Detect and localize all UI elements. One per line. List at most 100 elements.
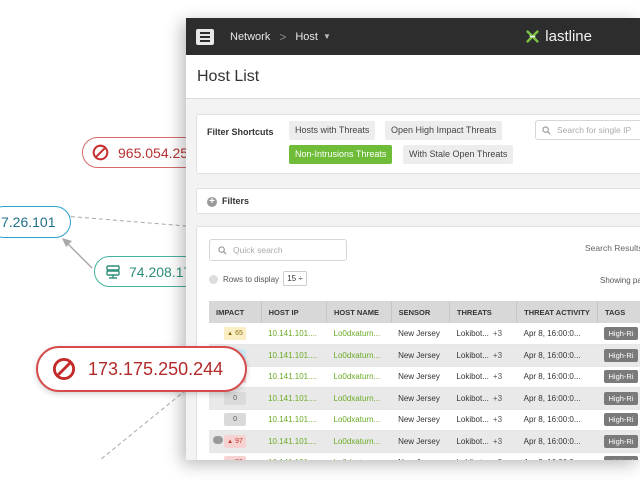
threat-extra-count[interactable]: +3 (493, 329, 502, 338)
tags-cell: High-Ri (597, 387, 640, 410)
rows-per-page-select[interactable]: 15 ÷ (283, 271, 307, 286)
sensor-cell: New Jersey (391, 366, 450, 388)
expand-plus-icon[interactable]: + (207, 197, 217, 207)
table-row[interactable]: ▲ 97 10.141.101.... Lo0dxaturn... New Jersey… (209, 430, 640, 453)
host-name-link[interactable]: Lo0dxaturn... (326, 430, 392, 453)
search-icon (218, 245, 227, 255)
threat-name: Lokibot... (456, 436, 489, 446)
shortcut-open-high-impact[interactable]: Open High Impact Threats (385, 121, 503, 140)
host-table: IMPACT HOST IP HOST NAME SENSOR THREATS … (209, 301, 640, 460)
column-header-threats[interactable]: THREATS (449, 301, 518, 323)
host-ip-link[interactable]: 10.141.101.... (261, 323, 327, 345)
threat-extra-count[interactable]: +3 (493, 437, 502, 446)
table-row[interactable]: ▲8810.141.101....Lo0dxaturn...New Jersey… (209, 366, 640, 388)
ip-node-173-175[interactable]: 173.175.250.244 (36, 346, 248, 392)
table-row[interactable]: ▲99 10.141.101....Lo0dxaturn...New Jersey… (209, 452, 640, 460)
threat-activity-cell: Apr 8, 16:00:0... (516, 387, 598, 410)
column-header-threat-activity[interactable]: THREAT ACTIVITY (516, 301, 598, 323)
comment-icon[interactable] (213, 436, 223, 444)
threats-cell: Lokibot... +3 (449, 344, 517, 367)
table-row[interactable]: ▲ 65 10.141.101.... Lo0dxaturn... New Jersey… (209, 323, 640, 345)
threat-name: Lokibot... (456, 350, 489, 360)
impact-score: 0 (233, 416, 237, 424)
tag-badge[interactable]: High-Ri (604, 391, 638, 405)
breadcrumb-host[interactable]: Host (295, 31, 318, 43)
tags-cell: High-Ri (597, 430, 640, 453)
host-ip-link[interactable]: 10.141.101.... (261, 344, 327, 367)
search-results-label: Search Results (585, 243, 640, 253)
threat-name: Lokibot... (456, 372, 489, 382)
threat-name: Lokibot... (456, 393, 489, 403)
ip-label: 965.054.250 (118, 144, 196, 161)
impact-score: 97 (235, 437, 243, 445)
host-table-body: ▲ 65 10.141.101.... Lo0dxaturn... New Jersey… (209, 323, 640, 460)
host-name-link[interactable]: Lo0dxaturn... (326, 323, 392, 345)
threats-cell: Lokibot... +3 (449, 387, 517, 410)
tag-badge[interactable]: High-Ri (604, 327, 638, 340)
threats-cell: Lokibot... +3 (449, 366, 517, 388)
column-header-host-ip[interactable]: HOST IP (261, 301, 328, 323)
table-row[interactable]: 0 10.141.101.... Lo0dxaturn... New Jersey Lo… (209, 387, 640, 410)
ip-node-7-26[interactable]: 7.26.101 (0, 206, 71, 238)
threat-extra-count[interactable]: +3 (493, 372, 502, 381)
threat-activity-cell: Apr 8, 16:00:0... (516, 452, 598, 460)
impact-badge: ▲ 65 (224, 327, 247, 340)
search-icon (542, 125, 551, 135)
host-ip-link[interactable]: 10.141.101.... (261, 387, 327, 410)
tag-badge[interactable]: High-Ri (604, 370, 638, 384)
sensor-cell: New Jersey (391, 452, 450, 460)
sensor-cell: New Jersey (391, 344, 450, 367)
filters-label[interactable]: Filters (222, 196, 249, 206)
tags-cell: High-Ri (597, 409, 640, 431)
threat-name: Lokibot... (456, 329, 489, 338)
single-ip-search-placeholder: Search for single IP (557, 125, 632, 135)
tag-badge[interactable]: High-Ri (604, 456, 638, 460)
table-header-row: IMPACT HOST IP HOST NAME SENSOR THREATS … (209, 301, 640, 323)
threat-name: Lokibot... (456, 415, 489, 425)
threat-activity-cell: Apr 8, 16:00:0... (516, 366, 598, 388)
host-ip-link[interactable]: 10.141.101.... (261, 409, 327, 431)
rows-toggle-icon[interactable] (209, 275, 218, 284)
host-name-link[interactable]: Lo0dxaturn... (326, 366, 392, 388)
threat-extra-count[interactable]: +3 (493, 458, 502, 460)
column-header-tags[interactable]: TAGS (597, 301, 640, 323)
impact-cell: 0 (209, 409, 262, 431)
brand-logo: lastline (525, 28, 592, 45)
tag-badge[interactable]: High-Ri (604, 413, 638, 427)
shortcut-hosts-with-threats[interactable]: Hosts with Threats (289, 121, 376, 140)
graph-edge (65, 241, 93, 269)
breadcrumb-network[interactable]: Network (230, 31, 270, 43)
tags-cell: High-Ri (597, 323, 640, 345)
flame-icon: ▲ (227, 331, 234, 337)
filters-panel[interactable]: + Filters (196, 188, 640, 214)
column-header-host-name[interactable]: HOST NAME (326, 301, 392, 323)
sensor-cell: New Jersey (391, 430, 450, 453)
column-header-sensor[interactable]: SENSOR (391, 301, 450, 323)
quick-search-input[interactable]: Quick search (209, 239, 347, 261)
threat-extra-count[interactable]: +3 (493, 394, 502, 403)
threat-extra-count[interactable]: +3 (493, 351, 502, 360)
chevron-down-icon[interactable]: ▼ (323, 32, 331, 41)
host-name-link[interactable]: Lo0dxaturn... (326, 409, 392, 431)
threats-cell: Lokibot... +3 (449, 430, 517, 453)
tag-badge[interactable]: High-Ri (604, 348, 638, 362)
host-ip-link[interactable]: 10.141.101.... (261, 366, 327, 388)
host-name-link[interactable]: Lo0dxaturn... (326, 344, 392, 367)
threat-extra-count[interactable]: +3 (493, 415, 502, 424)
breadcrumb-separator-icon: > (279, 29, 287, 44)
host-ip-link[interactable]: 10.141.101.... (261, 452, 327, 460)
single-ip-search-input[interactable]: Search for single IP (535, 120, 640, 140)
shortcut-non-intrusions[interactable]: Non-Intrusions Threats (289, 145, 393, 164)
host-name-link[interactable]: Lo0dxaturn... (326, 452, 392, 460)
tag-badge[interactable]: High-Ri (604, 434, 638, 448)
table-row[interactable]: 2210.141.101....Lo0dxaturn...New JerseyL… (209, 344, 640, 367)
host-ip-link[interactable]: 10.141.101.... (261, 430, 327, 453)
sensor-cell: New Jersey (391, 409, 450, 431)
shortcut-stale-open-threats[interactable]: With Stale Open Threats (403, 145, 514, 164)
hamburger-menu-icon[interactable] (196, 28, 214, 45)
host-name-link[interactable]: Lo0dxaturn... (326, 387, 392, 410)
table-row[interactable]: 0 10.141.101.... Lo0dxaturn... New Jersey Lo… (209, 409, 640, 431)
column-header-impact[interactable]: IMPACT (209, 301, 262, 323)
impact-cell: ▲ 97 (209, 430, 262, 453)
blocked-icon (92, 144, 109, 161)
